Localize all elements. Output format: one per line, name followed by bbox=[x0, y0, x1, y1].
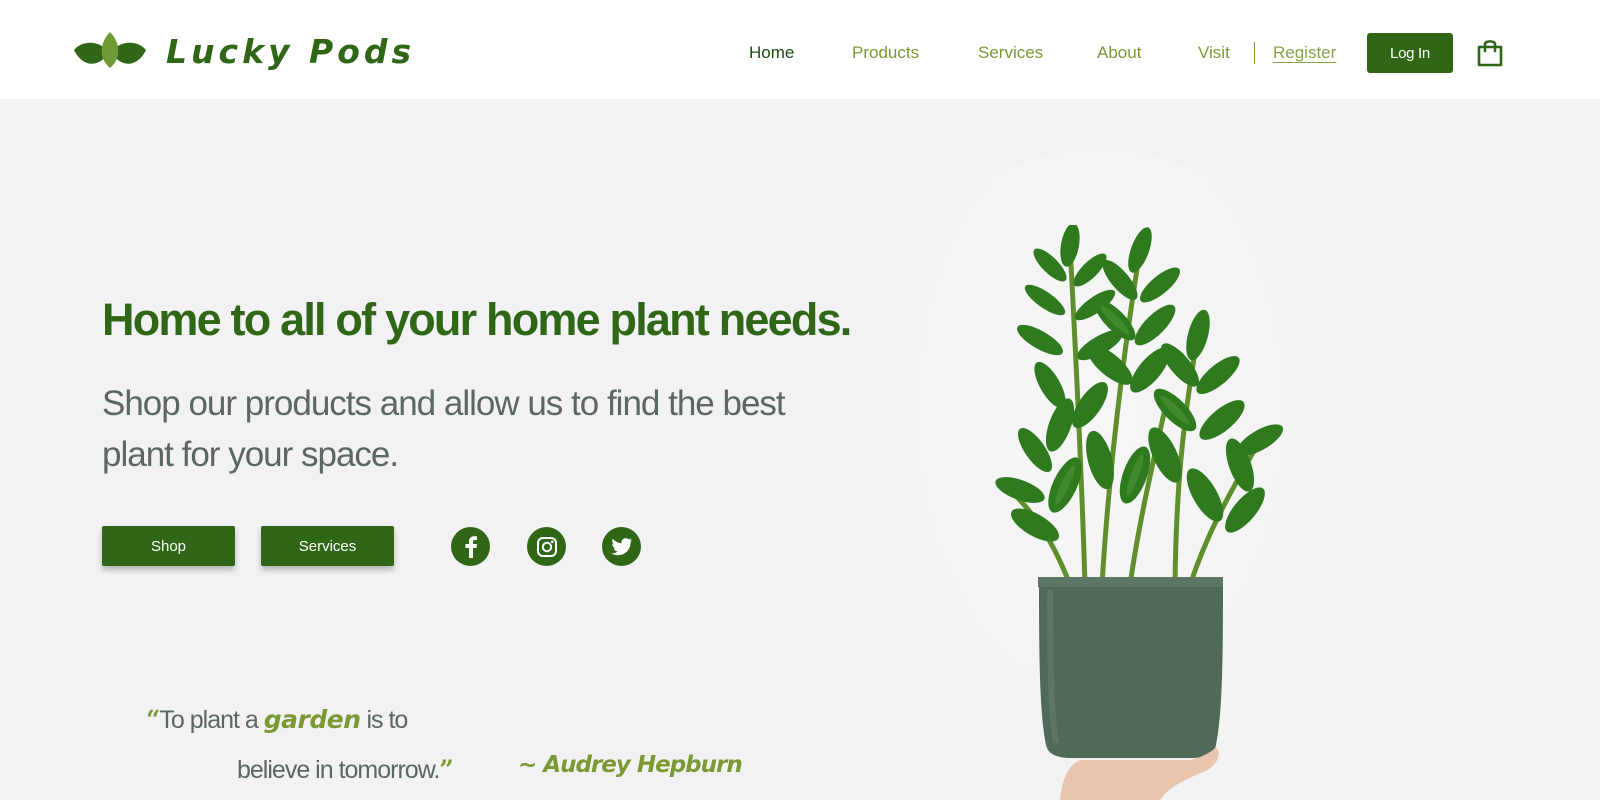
quote-line-2: believe in tomorrow.” bbox=[237, 755, 454, 785]
potted-zz-plant-image bbox=[995, 225, 1284, 800]
register-link[interactable]: Register bbox=[1273, 32, 1336, 74]
shop-button[interactable]: Shop bbox=[102, 526, 235, 566]
quote-author: ~ Audrey Hepburn bbox=[518, 752, 743, 778]
quote-line-1: “To plant a garden is to bbox=[146, 705, 408, 735]
hero-subhead: Shop our products and allow us to find t… bbox=[102, 384, 786, 474]
twitter-icon[interactable] bbox=[602, 527, 641, 566]
leaves-logo-icon bbox=[74, 32, 146, 68]
nav-about[interactable]: About bbox=[1097, 32, 1141, 74]
services-button[interactable]: Services bbox=[261, 526, 394, 566]
login-button[interactable]: Log In bbox=[1367, 33, 1453, 73]
facebook-icon[interactable] bbox=[451, 527, 490, 566]
quote-text-3: believe in tomorrow. bbox=[237, 756, 440, 784]
site-header: Lucky Pods Home Products Services About … bbox=[0, 0, 1600, 99]
shopping-bag-icon[interactable] bbox=[1476, 38, 1504, 68]
instagram-icon[interactable] bbox=[527, 527, 566, 566]
nav-services[interactable]: Services bbox=[978, 32, 1043, 74]
quote-text-1: To plant a bbox=[159, 706, 258, 734]
quote-open-mark: “ bbox=[146, 705, 160, 734]
brand-name: Lucky Pods bbox=[166, 31, 416, 71]
nav-divider bbox=[1254, 42, 1255, 64]
quote-close-mark: ” bbox=[439, 755, 453, 784]
logo-link[interactable]: Lucky Pods bbox=[72, 28, 415, 74]
quote-text-2: is to bbox=[366, 706, 408, 734]
nav-visit[interactable]: Visit bbox=[1198, 32, 1230, 74]
hero-headline: Home to all of your home plant needs. bbox=[102, 294, 852, 345]
nav-products[interactable]: Products bbox=[852, 32, 919, 74]
nav-home[interactable]: Home bbox=[749, 32, 794, 74]
quote-emphasis: garden bbox=[263, 705, 361, 734]
